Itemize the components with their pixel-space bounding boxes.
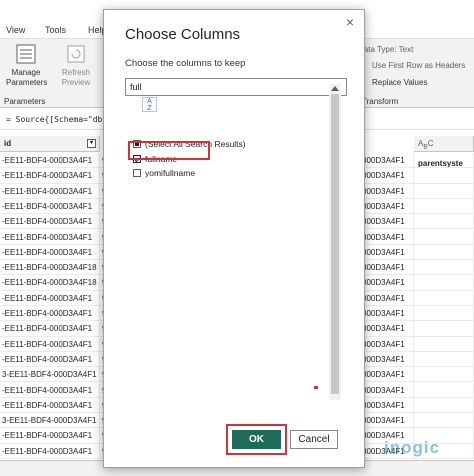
grid-cell[interactable] bbox=[414, 153, 474, 169]
replace-values-button[interactable]: Replace Values bbox=[372, 78, 427, 87]
grid-cell[interactable] bbox=[414, 198, 474, 215]
grid-cell[interactable]: -EE11-BDF4-000D3A4F1 bbox=[0, 397, 100, 414]
refresh-icon bbox=[67, 45, 85, 63]
cancel-button[interactable]: Cancel bbox=[290, 430, 338, 449]
grid-cell[interactable]: 000D3A4F1 bbox=[360, 306, 414, 322]
grid-cell[interactable]: -EE11-BDF4-000D3A4F1 bbox=[0, 198, 100, 215]
grid-cell[interactable]: -EE11-BDF4-000D3A4F1 bbox=[0, 183, 100, 199]
refresh-label-1: Refresh bbox=[61, 68, 90, 77]
grid-cell[interactable]: -EE11-BDF4-000D3A4F1 bbox=[0, 382, 100, 398]
grid-cell[interactable]: 000D3A4F1 bbox=[360, 290, 414, 306]
grid-cell[interactable]: 000D3A4F1 bbox=[360, 321, 414, 337]
column-search-input[interactable] bbox=[125, 78, 347, 96]
list-scrollbar[interactable] bbox=[329, 84, 341, 400]
grid-cell[interactable]: -EE11-BDF4-000D3A4F18 bbox=[0, 260, 100, 276]
grid-cell[interactable]: 000D3A4F1 bbox=[360, 413, 414, 429]
dialog-subtitle: Choose the columns to keep bbox=[125, 58, 246, 69]
choose-columns-dialog: Choose Columns × Choose the columns to k… bbox=[103, 9, 365, 468]
grid-cell[interactable]: 000D3A4F1 bbox=[360, 244, 414, 261]
grid-cell[interactable]: 000D3A4F1 bbox=[360, 260, 414, 276]
text-type-icon: ABC bbox=[418, 139, 434, 151]
refresh-preview-button[interactable]: Refresh Preview bbox=[56, 43, 96, 88]
grid-cell[interactable] bbox=[414, 367, 474, 383]
grid-cell[interactable]: 000D3A4F1 bbox=[360, 214, 414, 230]
grid-cell[interactable] bbox=[414, 382, 474, 398]
grid-cell[interactable] bbox=[414, 244, 474, 261]
grid-cell[interactable] bbox=[414, 290, 474, 306]
grid-cell[interactable] bbox=[414, 306, 474, 322]
grid-cell[interactable] bbox=[414, 413, 474, 429]
yomifullname-label: yomifullname bbox=[145, 168, 196, 178]
grid-cell[interactable]: -EE11-BDF4-000D3A4F1 bbox=[0, 428, 100, 444]
grid-cell[interactable] bbox=[414, 229, 474, 245]
manage-label-2: Parameters bbox=[6, 78, 48, 87]
grid-cell[interactable]: 000D3A4F1 bbox=[360, 168, 414, 184]
grid-cell[interactable] bbox=[414, 275, 474, 291]
use-first-row-headers-button[interactable]: Use First Row as Headers bbox=[372, 61, 465, 70]
grid-cell[interactable]: 000D3A4F1 bbox=[360, 351, 414, 368]
grid-cell[interactable]: 000D3A4F1 bbox=[360, 275, 414, 291]
grid-cell[interactable] bbox=[414, 168, 474, 184]
grid-cell[interactable]: 000D3A4F1 bbox=[360, 183, 414, 199]
refresh-label-2: Preview bbox=[61, 78, 91, 87]
grid-cell[interactable]: -EE11-BDF4-000D3A4F1 bbox=[0, 443, 100, 459]
column-header-id-label: id bbox=[4, 139, 12, 148]
annotation-mark bbox=[314, 386, 318, 389]
parameters-group-label: Parameters bbox=[4, 97, 46, 106]
column-filter-icon[interactable]: ▾ bbox=[87, 139, 96, 148]
grid-cell[interactable]: -EE11-BDF4-000D3A4F1 bbox=[0, 244, 100, 261]
grid-cell[interactable] bbox=[414, 321, 474, 337]
grid-cell[interactable]: -EE11-BDF4-000D3A4F1 bbox=[0, 229, 100, 245]
grid-cell[interactable]: -EE11-BDF4-000D3A4F1 bbox=[0, 306, 100, 322]
grid-cell[interactable]: -EE11-BDF4-000D3A4F1 bbox=[0, 321, 100, 337]
grid-cell[interactable]: -EE11-BDF4-000D3A4F1 bbox=[0, 168, 100, 184]
manage-parameters-button[interactable]: Manage Parameters bbox=[6, 43, 48, 88]
grid-cell[interactable] bbox=[414, 214, 474, 230]
yomifullname-checkbox[interactable] bbox=[133, 168, 141, 177]
close-icon[interactable]: × bbox=[346, 14, 354, 30]
parameters-icon bbox=[16, 44, 36, 64]
grid-cell[interactable]: -EE11-BDF4-000D3A4F18 bbox=[0, 275, 100, 291]
transform-group-label: Transform bbox=[362, 97, 399, 106]
grid-cell[interactable]: -EE11-BDF4-000D3A4F1 bbox=[0, 214, 100, 230]
dialog-title: Choose Columns bbox=[125, 26, 241, 43]
inogic-watermark: inogic bbox=[384, 438, 441, 457]
grid-cell[interactable]: 000D3A4F1 bbox=[360, 336, 414, 352]
grid-cell[interactable] bbox=[414, 183, 474, 199]
grid-cell[interactable]: 000D3A4F1 bbox=[360, 153, 414, 169]
grid-cell[interactable]: -EE11-BDF4-000D3A4F1 bbox=[0, 351, 100, 368]
grid-cell[interactable] bbox=[414, 260, 474, 276]
grid-cell[interactable]: 000D3A4F1 bbox=[360, 397, 414, 414]
column-header-id[interactable]: id ▾ bbox=[0, 136, 100, 152]
grid-cell[interactable]: 000D3A4F1 bbox=[360, 198, 414, 215]
fullname-highlight bbox=[128, 141, 210, 160]
sort-az-icon[interactable]: AZ bbox=[142, 97, 157, 112]
grid-cell[interactable]: 3-EE11-BDF4-000D3A4F1 bbox=[0, 367, 100, 383]
grid-cell[interactable]: -EE11-BDF4-000D3A4F1 bbox=[0, 336, 100, 352]
grid-cell[interactable] bbox=[414, 397, 474, 414]
grid-cell[interactable]: 000D3A4F1 bbox=[360, 382, 414, 398]
grid-cell[interactable]: -EE11-BDF4-000D3A4F1 bbox=[0, 153, 100, 169]
column-header-parentsystemuser[interactable]: ABC parentsyste bbox=[414, 136, 474, 168]
tab-view[interactable]: View bbox=[6, 25, 25, 35]
grid-cell[interactable] bbox=[414, 351, 474, 368]
ok-button[interactable]: OK bbox=[232, 430, 281, 449]
chevron-up-icon[interactable] bbox=[331, 86, 339, 91]
data-type-dropdown[interactable]: Data Type: Text bbox=[358, 45, 413, 54]
tab-tools[interactable]: Tools bbox=[45, 25, 66, 35]
formula-text: = Source{[Schema="db bbox=[6, 115, 103, 124]
scroll-thumb[interactable] bbox=[331, 94, 339, 394]
grid-cell[interactable]: 3-EE11-BDF4-000D3A4F1 bbox=[0, 413, 100, 429]
grid-cell[interactable] bbox=[414, 336, 474, 352]
column-item-yomifullname[interactable]: yomifullname bbox=[133, 167, 195, 179]
manage-label-1: Manage bbox=[11, 68, 41, 77]
grid-cell[interactable]: 000D3A4F1 bbox=[360, 229, 414, 245]
grid-cell[interactable]: -EE11-BDF4-000D3A4F1 bbox=[0, 290, 100, 306]
grid-cell[interactable]: 000D3A4F1 bbox=[360, 367, 414, 383]
